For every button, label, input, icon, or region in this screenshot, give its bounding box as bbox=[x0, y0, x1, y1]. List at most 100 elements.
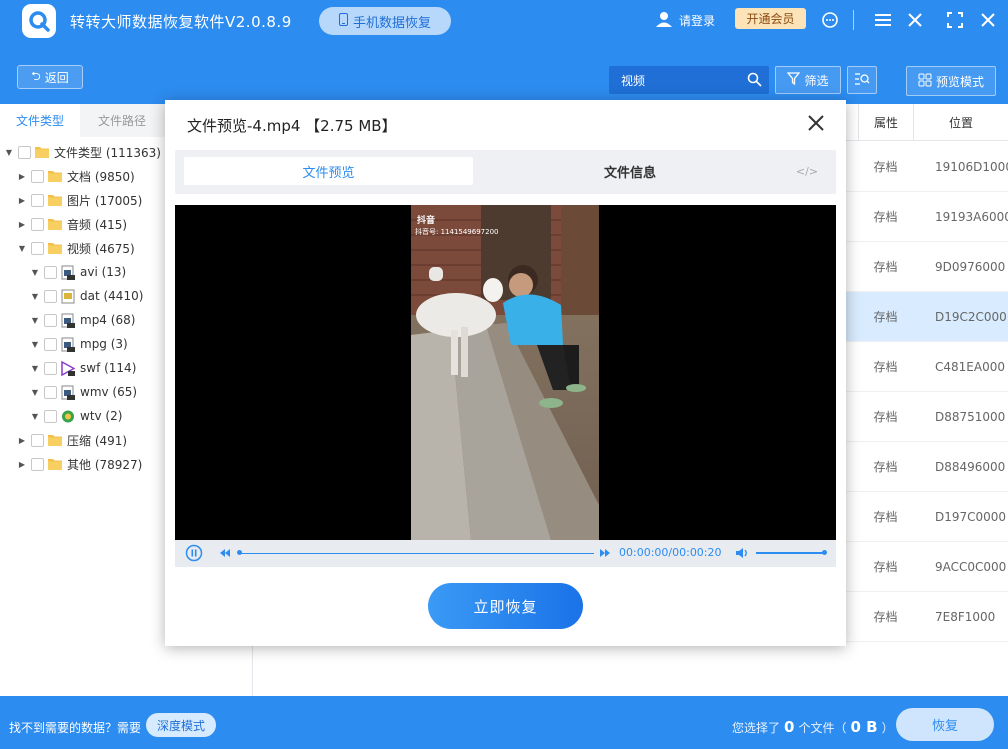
search-icon[interactable] bbox=[747, 72, 762, 90]
tree-checkbox[interactable] bbox=[31, 169, 44, 183]
maximize-icon[interactable] bbox=[945, 10, 965, 30]
cell-position: 19106D1000 bbox=[935, 159, 1008, 174]
tree-checkbox[interactable] bbox=[44, 289, 57, 303]
minimize-icon[interactable] bbox=[905, 10, 925, 30]
volume-fill bbox=[756, 552, 824, 554]
tab-file-type[interactable]: 文件类型 bbox=[0, 104, 80, 137]
tree-checkbox[interactable] bbox=[31, 433, 44, 447]
filter-label: 筛选 bbox=[804, 73, 829, 88]
playback-time: 00:00:00/00:00:20 bbox=[619, 546, 722, 559]
tree-item-label: mp4 (68) bbox=[80, 313, 136, 327]
title-divider bbox=[853, 10, 854, 30]
tree-checkbox[interactable] bbox=[44, 385, 57, 399]
deep-mode-button[interactable]: 深度模式 bbox=[146, 713, 216, 737]
expand-down-icon[interactable]: ▼ bbox=[4, 148, 14, 157]
tab-file-info[interactable]: 文件信息 bbox=[505, 157, 755, 185]
tree-item-label: 图片 (17005) bbox=[67, 193, 143, 208]
selection-prefix: 您选择了 bbox=[732, 721, 781, 735]
expand-down-icon[interactable]: ▼ bbox=[30, 388, 40, 397]
expand-down-icon[interactable]: ▼ bbox=[17, 244, 27, 253]
volume-handle[interactable] bbox=[822, 550, 827, 555]
folder-icon bbox=[48, 217, 62, 231]
expand-right-icon[interactable]: ▶ bbox=[17, 220, 27, 229]
tree-item-label: 文档 (9850) bbox=[67, 169, 135, 184]
cell-attribute: 存档 bbox=[873, 510, 898, 524]
tree-checkbox[interactable] bbox=[44, 337, 57, 351]
expand-right-icon[interactable]: ▶ bbox=[17, 196, 27, 205]
video-frame-image bbox=[411, 205, 599, 540]
forward-icon[interactable] bbox=[599, 547, 611, 562]
preview-mode-button[interactable]: 预览模式 bbox=[906, 66, 996, 96]
app-window: 转转大师数据恢复软件V2.0.8.9 手机数据恢复 请登录 开通会员 ⮌ 返回 … bbox=[0, 0, 1008, 749]
phone-recovery-button[interactable]: 手机数据恢复 bbox=[319, 7, 451, 35]
expand-down-icon[interactable]: ▼ bbox=[30, 412, 40, 421]
vip-button[interactable]: 开通会员 bbox=[735, 8, 806, 29]
folder-icon bbox=[35, 145, 49, 159]
login-link[interactable]: 请登录 bbox=[655, 9, 715, 31]
pause-icon[interactable] bbox=[185, 544, 203, 565]
cell-position: C481EA000 bbox=[935, 359, 1005, 374]
tree-checkbox[interactable] bbox=[31, 457, 44, 471]
progress-track[interactable] bbox=[239, 553, 594, 554]
selection-suffix: ） bbox=[881, 721, 894, 735]
cell-position: 19193A6000 bbox=[935, 209, 1008, 224]
tree-item-label: wmv (65) bbox=[80, 385, 138, 399]
expand-down-icon[interactable]: ▼ bbox=[30, 268, 40, 277]
tree-checkbox[interactable] bbox=[44, 361, 57, 375]
search-list-button[interactable] bbox=[847, 66, 877, 94]
watermark-logo: 抖音 bbox=[417, 216, 436, 226]
rewind-icon[interactable] bbox=[219, 547, 231, 562]
column-header-attr[interactable]: 属性 bbox=[858, 104, 913, 141]
back-button[interactable]: ⮌ 返回 bbox=[17, 65, 83, 89]
column-header-position[interactable]: 位置 bbox=[913, 104, 1008, 141]
dat-file-icon bbox=[61, 289, 75, 304]
folder-icon bbox=[48, 241, 62, 255]
preview-mode-label: 预览模式 bbox=[935, 74, 984, 89]
expand-right-icon[interactable]: ▶ bbox=[17, 172, 27, 181]
selection-unit: 个文件（ bbox=[798, 721, 847, 735]
progress-handle[interactable] bbox=[237, 550, 242, 555]
recover-button[interactable]: 恢复 bbox=[896, 708, 994, 741]
expand-down-icon[interactable]: ▼ bbox=[30, 316, 40, 325]
tree-item-label: 压缩 (491) bbox=[67, 433, 128, 448]
restore-now-button[interactable]: 立即恢复 bbox=[428, 583, 583, 629]
expand-right-icon[interactable]: ▶ bbox=[17, 436, 27, 445]
search-input[interactable] bbox=[609, 66, 739, 94]
expand-down-icon[interactable]: ▼ bbox=[30, 364, 40, 373]
video-player[interactable]: 抖音 抖音号: 1141549697200 bbox=[175, 205, 836, 540]
cell-position: D88496000 bbox=[935, 459, 1006, 474]
app-title: 转转大师数据恢复软件V2.0.8.9 bbox=[70, 13, 292, 31]
tree-checkbox[interactable] bbox=[31, 241, 44, 255]
menu-icon[interactable] bbox=[873, 10, 893, 30]
filter-icon bbox=[787, 72, 801, 88]
folder-icon bbox=[48, 433, 62, 447]
volume-icon[interactable] bbox=[735, 547, 749, 562]
watermark-id: 抖音号: 1141549697200 bbox=[415, 228, 499, 236]
filter-button[interactable]: 筛选 bbox=[775, 66, 841, 94]
tree-checkbox[interactable] bbox=[31, 193, 44, 207]
tree-checkbox[interactable] bbox=[44, 409, 57, 423]
phone-recovery-label: 手机数据恢复 bbox=[352, 15, 431, 31]
cell-position: D88751000 bbox=[935, 409, 1006, 424]
tree-item-label: wtv (2) bbox=[80, 409, 123, 423]
expand-right-icon[interactable]: ▶ bbox=[17, 460, 27, 469]
tree-checkbox[interactable] bbox=[18, 145, 31, 159]
expand-down-icon[interactable]: ▼ bbox=[30, 292, 40, 301]
tree-checkbox[interactable] bbox=[31, 217, 44, 231]
close-icon[interactable] bbox=[978, 10, 998, 30]
tree-checkbox[interactable] bbox=[44, 265, 57, 279]
tree-item-label: avi (13) bbox=[80, 265, 127, 279]
video-file-icon bbox=[61, 313, 75, 328]
back-label: 返回 bbox=[44, 70, 69, 85]
dialog-close-icon[interactable] bbox=[805, 112, 827, 134]
selection-info: 您选择了 0 个文件（ 0 B ） bbox=[732, 718, 894, 736]
tree-checkbox[interactable] bbox=[44, 313, 57, 327]
cell-attribute: 存档 bbox=[873, 360, 898, 374]
phone-icon bbox=[338, 12, 348, 30]
tab-file-preview[interactable]: 文件预览 bbox=[184, 157, 473, 185]
tab-file-path[interactable]: 文件路径 bbox=[82, 104, 162, 137]
support-icon[interactable] bbox=[820, 10, 840, 30]
player-controls: 00:00:00/00:00:20 bbox=[175, 540, 836, 567]
tab-code-view[interactable]: </> bbox=[792, 157, 822, 185]
expand-down-icon[interactable]: ▼ bbox=[30, 340, 40, 349]
